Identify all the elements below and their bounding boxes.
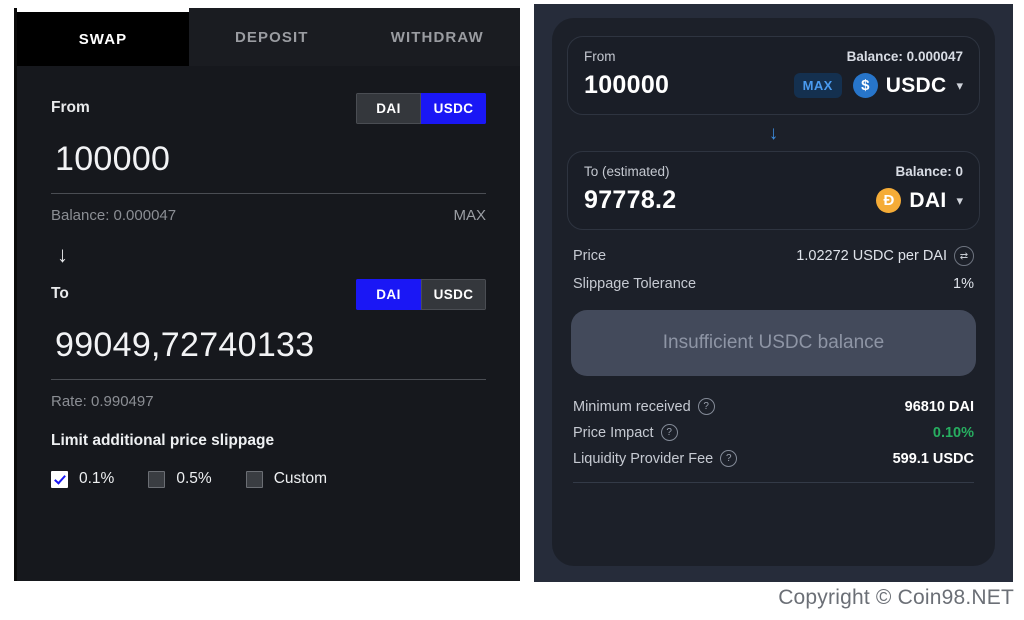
from-token-usdc-button[interactable]: USDC bbox=[421, 92, 486, 124]
slippage-checkbox-0.1[interactable] bbox=[51, 470, 68, 488]
copyright-text: Copyright © Coin98.NET bbox=[778, 586, 1014, 609]
from-box-max-button[interactable]: MAX bbox=[793, 73, 842, 98]
details-divider bbox=[573, 482, 974, 483]
help-icon[interactable]: ? bbox=[660, 424, 678, 441]
price-value: 1.02272 USDC per DAI bbox=[796, 248, 947, 264]
to-box-controls: Ð DAI ▾ bbox=[876, 188, 963, 213]
to-token-usdc-button[interactable]: USDC bbox=[421, 278, 486, 310]
slippage-checkbox-0.5[interactable] bbox=[148, 470, 166, 488]
slippage-label-custom: Custom bbox=[273, 470, 328, 487]
to-token-dai-button[interactable]: DAI bbox=[356, 278, 421, 310]
swap-cta-button[interactable]: Insufficient USDC balance bbox=[571, 310, 976, 376]
to-amount-input[interactable]: 99049,72740133 bbox=[51, 314, 486, 379]
to-token-box: To (estimated) Balance: 0 97778.2 Ð DAI … bbox=[567, 151, 980, 230]
from-token-dai-label: DAI bbox=[376, 100, 401, 116]
slippage-checkbox-custom[interactable] bbox=[245, 470, 263, 488]
price-row: Price 1.02272 USDC per DAI ⇄ bbox=[573, 246, 974, 276]
slippage-tolerance-value: 1% bbox=[953, 276, 974, 292]
from-max-button[interactable]: MAX bbox=[453, 207, 486, 224]
price-invert-icon[interactable]: ⇄ bbox=[954, 246, 974, 266]
slippage-tolerance-row: Slippage Tolerance 1% bbox=[573, 276, 974, 302]
price-label: Price bbox=[573, 248, 607, 264]
to-token-name: DAI bbox=[909, 188, 947, 212]
from-token-toggle: DAI USDC bbox=[356, 92, 486, 124]
help-icon[interactable]: ? bbox=[720, 450, 738, 467]
from-token-selector[interactable]: $ USDC ▾ bbox=[852, 73, 963, 98]
tab-withdraw-label: WITHDRAW bbox=[390, 28, 484, 46]
price-impact-row: Price Impact ? 0.10% bbox=[573, 424, 974, 450]
slippage-label-0.1: 0.1% bbox=[79, 470, 115, 487]
price-impact-label: Price Impact bbox=[573, 424, 654, 441]
minimum-received-label-group: Minimum received ? bbox=[573, 398, 715, 415]
help-icon[interactable]: ? bbox=[697, 398, 715, 415]
from-box-controls: MAX $ USDC ▾ bbox=[793, 73, 963, 98]
tab-deposit[interactable]: DEPOSIT bbox=[189, 8, 355, 66]
swap-card: From Balance: 0.000047 100000 MAX $ USDC… bbox=[552, 18, 995, 566]
price-info-rows: Price 1.02272 USDC per DAI ⇄ Slippage To… bbox=[567, 230, 980, 302]
to-token-dai-label: DAI bbox=[376, 286, 401, 302]
slippage-tolerance-label: Slippage Tolerance bbox=[573, 276, 697, 292]
to-rate-text: Rate: 0.990497 bbox=[51, 393, 154, 410]
from-box-balance: Balance: 0.000047 bbox=[846, 49, 963, 64]
from-box-label: From bbox=[584, 49, 616, 64]
price-impact-value: 0.10% bbox=[932, 424, 974, 441]
swap-direction-arrow-icon[interactable]: ↓ bbox=[567, 115, 980, 151]
from-box-header: From Balance: 0.000047 bbox=[584, 49, 963, 64]
minimum-received-row: Minimum received ? 96810 DAI bbox=[573, 398, 974, 424]
from-token-box: From Balance: 0.000047 100000 MAX $ USDC… bbox=[567, 36, 980, 115]
from-box-amount-input[interactable]: 100000 bbox=[584, 71, 669, 100]
dai-token-icon: Ð bbox=[876, 188, 902, 213]
liquidity-provider-fee-value: 599.1 USDC bbox=[892, 450, 974, 467]
to-token-selector[interactable]: Ð DAI ▾ bbox=[876, 188, 963, 213]
to-box-label: To (estimated) bbox=[584, 164, 670, 179]
legacy-swap-panel: SWAP DEPOSIT WITHDRAW From DAI USDC 1000… bbox=[14, 8, 520, 581]
minimum-received-value: 96810 DAI bbox=[904, 398, 974, 415]
tab-swap[interactable]: SWAP bbox=[17, 8, 189, 66]
from-section-header: From DAI USDC bbox=[51, 66, 486, 128]
swap-direction-arrow-icon[interactable]: ↓ bbox=[51, 224, 486, 274]
to-box-balance: Balance: 0 bbox=[895, 164, 963, 179]
slippage-section-title: Limit additional price slippage bbox=[51, 432, 275, 449]
to-section-header: To DAI USDC bbox=[51, 274, 486, 314]
liquidity-provider-fee-label: Liquidity Provider Fee bbox=[573, 450, 714, 467]
swap-cta-label: Insufficient USDC balance bbox=[662, 332, 885, 353]
from-token-dai-button[interactable]: DAI bbox=[356, 92, 421, 124]
slippage-label-0.5: 0.5% bbox=[176, 470, 212, 487]
minimum-received-label: Minimum received bbox=[573, 398, 691, 415]
tab-bar: SWAP DEPOSIT WITHDRAW bbox=[17, 8, 520, 66]
to-box-body: 97778.2 Ð DAI ▾ bbox=[584, 179, 963, 215]
from-balance-text: Balance: 0.000047 bbox=[51, 207, 177, 224]
swap-form: From DAI USDC 100000 Balance: 0.000047 M… bbox=[17, 66, 520, 488]
to-token-usdc-label: USDC bbox=[433, 286, 474, 302]
to-box-amount-input[interactable]: 97778.2 bbox=[584, 186, 676, 215]
price-value-group: 1.02272 USDC per DAI ⇄ bbox=[796, 246, 974, 266]
to-token-toggle: DAI USDC bbox=[356, 278, 486, 310]
liquidity-provider-fee-row: Liquidity Provider Fee ? 599.1 USDC bbox=[573, 450, 974, 476]
chevron-down-icon: ▾ bbox=[956, 192, 963, 208]
liquidity-provider-fee-label-group: Liquidity Provider Fee ? bbox=[573, 450, 738, 467]
from-label: From bbox=[51, 99, 90, 116]
tab-deposit-label: DEPOSIT bbox=[234, 28, 309, 46]
tab-swap-label: SWAP bbox=[78, 30, 128, 48]
from-amount-input[interactable]: 100000 bbox=[51, 128, 486, 193]
price-impact-label-group: Price Impact ? bbox=[573, 424, 678, 441]
from-meta-row: Balance: 0.000047 MAX bbox=[51, 194, 486, 224]
from-token-usdc-label: USDC bbox=[433, 100, 474, 116]
modern-swap-panel: From Balance: 0.000047 100000 MAX $ USDC… bbox=[534, 4, 1013, 582]
to-label: To bbox=[51, 285, 69, 302]
from-box-body: 100000 MAX $ USDC ▾ bbox=[584, 64, 963, 100]
trade-details: Minimum received ? 96810 DAI Price Impac… bbox=[573, 394, 974, 476]
chevron-down-icon: ▾ bbox=[956, 77, 963, 93]
to-meta-row: Rate: 0.990497 bbox=[51, 380, 486, 410]
to-box-header: To (estimated) Balance: 0 bbox=[584, 164, 963, 179]
slippage-options: 0.1% 0.5% Custom bbox=[51, 450, 486, 488]
usdc-token-icon: $ bbox=[852, 73, 878, 98]
tab-withdraw[interactable]: WITHDRAW bbox=[355, 8, 521, 66]
from-token-name: USDC bbox=[885, 73, 947, 97]
page-left-margin bbox=[0, 8, 14, 581]
